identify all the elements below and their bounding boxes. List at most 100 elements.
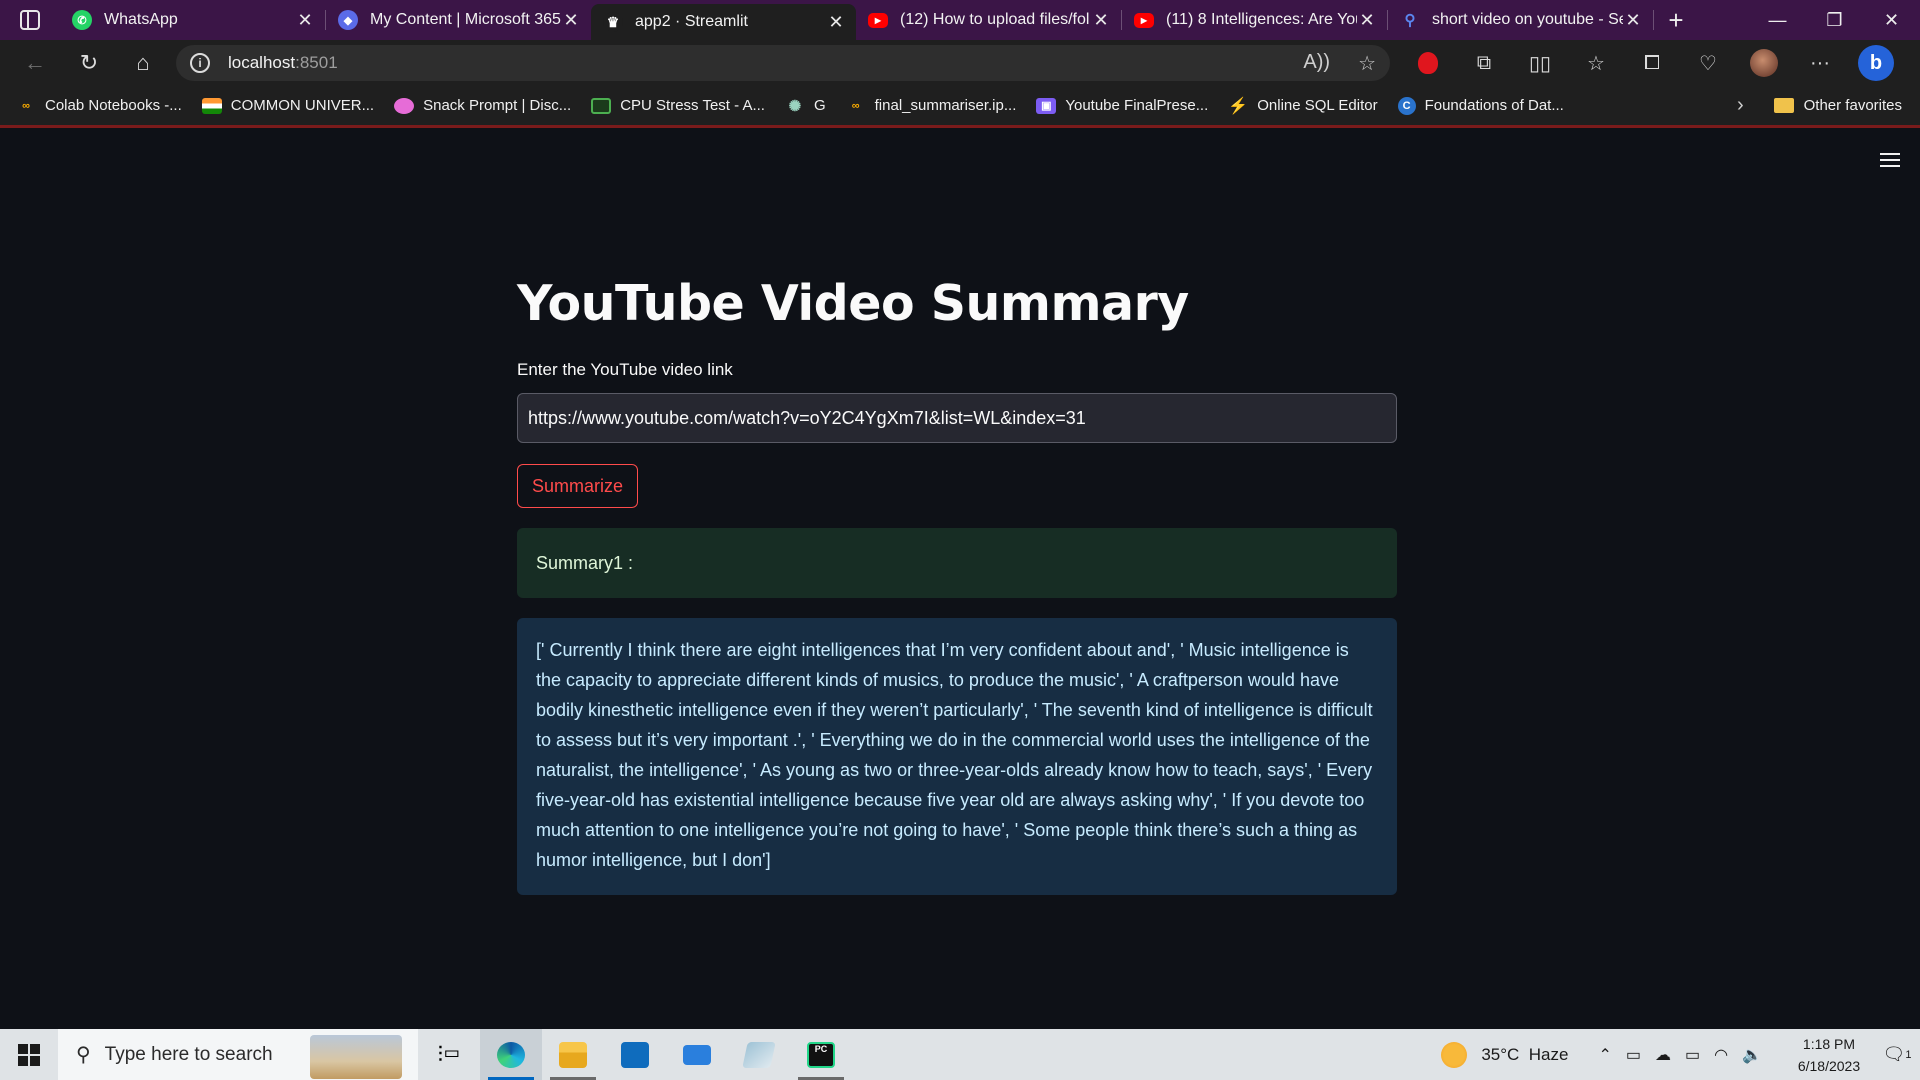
collections-icon[interactable]: ⧠ <box>1624 40 1680 86</box>
volume-icon[interactable]: 🔈 <box>1742 1045 1762 1065</box>
address-url[interactable]: localhost:8501 <box>228 53 338 73</box>
notification-icon: 🗨 <box>1882 1044 1906 1064</box>
favorite-item[interactable]: ∞ final_summariser.ip... <box>846 97 1017 114</box>
favorite-label: Youtube FinalPrese... <box>1065 97 1209 114</box>
restore-icon[interactable]: ❐ <box>1806 0 1863 40</box>
read-aloud-icon[interactable]: A)) <box>1303 51 1330 76</box>
refresh-icon[interactable]: ↻ <box>62 40 116 86</box>
tab-streamlit[interactable]: ♛ app2 · Streamlit ✕ <box>591 4 856 40</box>
taskbar-search-box[interactable]: ⚲ Type here to search <box>58 1029 418 1080</box>
close-tab-icon[interactable]: ✕ <box>1623 10 1643 31</box>
close-window-icon[interactable]: ✕ <box>1863 0 1920 40</box>
favorite-item[interactable]: COMMON UNIVER... <box>201 97 374 114</box>
extensions-icon[interactable]: ⧉ <box>1456 40 1512 86</box>
onedrive-icon[interactable]: ☁ <box>1655 1045 1671 1065</box>
home-icon[interactable]: ⌂ <box>116 40 170 86</box>
summary-text: [' Currently I think there are eight int… <box>536 640 1373 870</box>
new-tab-button[interactable]: + <box>1654 5 1698 36</box>
favorite-item[interactable]: CPU Stress Test - A... <box>591 97 765 114</box>
battery-icon[interactable]: ▭ <box>1685 1045 1700 1065</box>
favorite-label: G <box>813 97 826 114</box>
store-icon <box>621 1041 649 1068</box>
taskbar-pycharm[interactable]: PC <box>790 1029 852 1080</box>
edge-icon <box>497 1041 525 1068</box>
video-link-input[interactable]: https://www.youtube.com/watch?v=oY2C4YgX… <box>517 393 1397 443</box>
address-bar-actions: A)) ☆ <box>1303 51 1376 76</box>
taskbar-file-explorer[interactable] <box>542 1029 604 1080</box>
chevron-up-icon[interactable]: ⌃ <box>1598 1045 1611 1065</box>
other-favorites-link[interactable]: Other favorites <box>1804 97 1902 114</box>
settings-more-icon[interactable]: ··· <box>1792 40 1848 86</box>
browser-essentials-icon[interactable]: ♡ <box>1680 40 1736 86</box>
taskbar-clock[interactable]: 1:18 PM 6/18/2023 <box>1784 1033 1874 1077</box>
back-icon[interactable]: ← <box>8 40 62 86</box>
avatar <box>1750 49 1778 77</box>
tab-title: app2 · Streamlit <box>635 13 748 30</box>
weather-text[interactable]: 35°C Haze <box>1481 1045 1568 1065</box>
coursera-icon: C <box>1397 96 1416 115</box>
favorites-icon[interactable]: ☆ <box>1568 40 1624 86</box>
youtube-icon: ▶ <box>1134 12 1154 28</box>
close-tab-icon[interactable]: ✕ <box>826 12 846 33</box>
favorite-label: CPU Stress Test - A... <box>620 97 765 114</box>
task-view-button[interactable]: ⫶▭ <box>418 1029 480 1080</box>
notifications-button[interactable]: 🗨 1 <box>1874 1044 1920 1065</box>
favorite-item[interactable]: C Foundations of Dat... <box>1397 96 1564 115</box>
url-host: localhost <box>228 53 296 72</box>
task-view-icon: ⫶▭ <box>437 1041 461 1067</box>
tab-microsoft365[interactable]: ◆ My Content | Microsoft 365 ✕ <box>326 0 591 40</box>
main-block: YouTube Video Summary Enter the YouTube … <box>517 131 1397 895</box>
close-tab-icon[interactable]: ✕ <box>561 10 581 31</box>
profile-avatar[interactable] <box>1736 40 1792 86</box>
url-port: :8501 <box>295 53 338 72</box>
snack-prompt-icon <box>394 97 415 114</box>
tab-whatsapp[interactable]: ✆ WhatsApp ✕ <box>60 0 325 40</box>
minimize-icon[interactable]: — <box>1749 0 1806 40</box>
colab-icon: ∞ <box>851 99 860 112</box>
favorite-item[interactable]: ⚡ Online SQL Editor <box>1228 97 1377 115</box>
search-icon: ⚲ <box>1404 12 1416 29</box>
favorite-item[interactable]: ✺ G <box>785 97 826 115</box>
close-tab-icon[interactable]: ✕ <box>295 10 315 31</box>
streamlit-app: YouTube Video Summary Enter the YouTube … <box>0 131 1920 1029</box>
address-bar[interactable]: i localhost:8501 A)) ☆ <box>176 45 1390 81</box>
close-tab-icon[interactable]: ✕ <box>1357 10 1377 31</box>
tab-actions-icon <box>20 10 40 30</box>
browser-toolbar: ← ↻ ⌂ i localhost:8501 A)) ☆ ⧉ ▯▯ ☆ ⧠ ♡ … <box>0 40 1920 86</box>
tab-youtube-upload[interactable]: ▶ (12) How to upload files/fol ✕ <box>856 0 1121 40</box>
windows-logo-icon <box>18 1043 40 1066</box>
meet-now-icon[interactable]: ▭ <box>1626 1045 1641 1065</box>
split-screen-icon[interactable]: ▯▯ <box>1512 40 1568 86</box>
taskbar-notes[interactable] <box>728 1029 790 1080</box>
notes-icon <box>742 1041 776 1068</box>
favorite-label: final_summariser.ip... <box>874 97 1017 114</box>
window-controls: — ❐ ✕ <box>1749 0 1920 40</box>
tab-actions-button[interactable] <box>0 0 60 40</box>
folder-icon <box>559 1041 587 1068</box>
favorite-star-icon[interactable]: ☆ <box>1358 51 1376 76</box>
tab-youtube-intelligences[interactable]: ▶ (11) 8 Intelligences: Are You ✕ <box>1122 0 1387 40</box>
bing-copilot-icon[interactable]: b <box>1848 40 1904 86</box>
tray-icons: ⌃ ▭ ☁ ▭ ◠ 🔈 <box>1598 1045 1762 1065</box>
chevron-right-icon[interactable]: › <box>1737 94 1744 117</box>
close-tab-icon[interactable]: ✕ <box>1091 10 1111 31</box>
tab-title: (12) How to upload files/fol <box>900 11 1090 28</box>
adblock-extension-icon[interactable] <box>1400 40 1456 86</box>
folder-icon <box>1773 98 1794 113</box>
taskbar-mail[interactable] <box>666 1029 728 1080</box>
tab-search[interactable]: ⚲ short video on youtube - Se ✕ <box>1388 0 1653 40</box>
weather-haze-icon[interactable] <box>1441 1041 1468 1068</box>
start-button[interactable] <box>0 1029 58 1080</box>
taskbar-store[interactable] <box>604 1029 666 1080</box>
favorite-item[interactable]: ▣ Youtube FinalPrese... <box>1036 97 1208 114</box>
favorite-item[interactable]: ∞ Colab Notebooks -... <box>16 97 182 114</box>
page-title: YouTube Video Summary <box>517 275 1189 332</box>
taskbar-edge[interactable] <box>480 1029 542 1080</box>
wifi-icon[interactable]: ◠ <box>1714 1045 1728 1065</box>
site-info-icon[interactable]: i <box>190 53 210 73</box>
system-tray: 35°C Haze ⌃ ▭ ☁ ▭ ◠ 🔈 1:18 PM 6/18/2023 … <box>1441 1029 1920 1080</box>
main-menu-icon[interactable] <box>1880 153 1900 167</box>
summarize-button[interactable]: Summarize <box>517 464 639 508</box>
whatsapp-icon: ✆ <box>72 10 92 30</box>
favorite-item[interactable]: Snack Prompt | Disc... <box>394 97 571 114</box>
